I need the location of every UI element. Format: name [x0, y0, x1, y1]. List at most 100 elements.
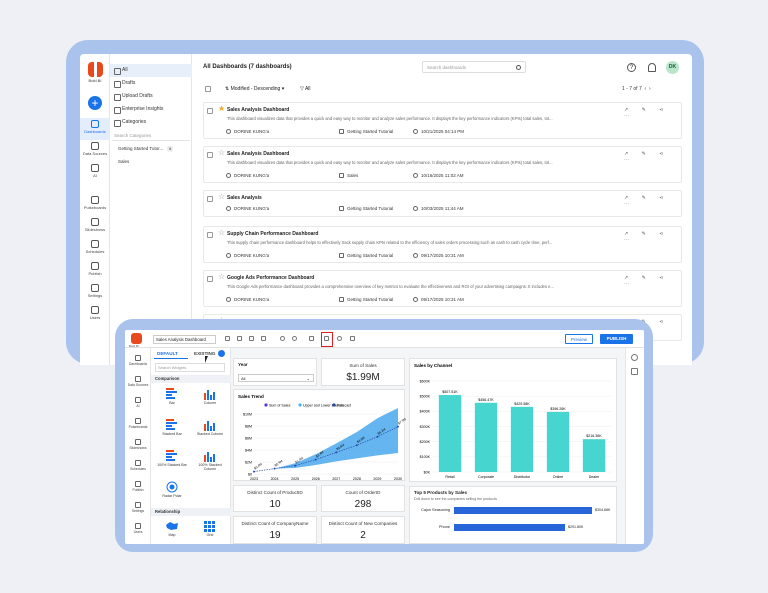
- category-all[interactable]: All: [110, 64, 192, 77]
- card-checkbox[interactable]: [207, 196, 213, 202]
- card-checkbox[interactable]: [207, 276, 213, 282]
- select-all-checkbox[interactable]: [205, 86, 211, 92]
- designer-rail-item[interactable]: Users: [125, 520, 151, 540]
- data-source-icon[interactable]: [324, 336, 329, 341]
- designer-rail-item[interactable]: Dashboards: [125, 352, 151, 372]
- designer-rail-item[interactable]: Settings: [125, 499, 151, 519]
- year-filter-widget[interactable]: Year All ⌄: [233, 358, 317, 386]
- kpi-widget[interactable]: Distinct Count of New Companies 2: [321, 516, 405, 544]
- rail-item-pulseboards[interactable]: Pulseboards: [80, 194, 110, 216]
- legend-label[interactable]: Sum of Sales: [269, 403, 291, 407]
- widget-stacked-bar[interactable]: Stacked Bar: [157, 417, 187, 443]
- dashboard-name-input[interactable]: Sales Analysis Dashboard: [153, 335, 216, 344]
- card-checkbox[interactable]: [207, 232, 213, 238]
- data-icon[interactable]: [631, 368, 638, 375]
- kpi-sum-of-sales[interactable]: Sum of Sales $1.99M: [321, 358, 405, 386]
- category-item[interactable]: Sales: [118, 157, 129, 167]
- redo-icon[interactable]: [292, 336, 297, 341]
- designer-rail-item[interactable]: Schedules: [125, 457, 151, 477]
- filter-icon[interactable]: [309, 336, 314, 341]
- help-icon[interactable]: ?: [627, 63, 636, 72]
- rail-item-settings[interactable]: Settings: [80, 282, 110, 304]
- data-point[interactable]: [294, 464, 297, 467]
- clipboard-icon[interactable]: [249, 336, 254, 341]
- bell-icon[interactable]: [648, 63, 656, 72]
- card-actions[interactable]: ↗ ✎ ⋖ ⋯: [624, 195, 681, 207]
- designer-rail-item[interactable]: Pulseboards: [125, 415, 151, 435]
- rail-item-data-sources[interactable]: Data Sources: [80, 140, 110, 162]
- designer-rail-item[interactable]: Data Sources: [125, 373, 151, 393]
- dashboard-card[interactable]: ☆ Supply Chain Performance Dashboard This …: [203, 226, 682, 263]
- delete-icon[interactable]: [261, 336, 266, 341]
- category-enterprise[interactable]: Enterprise Insights: [110, 103, 192, 116]
- publish-button[interactable]: PUBLISH: [600, 334, 633, 344]
- card-title[interactable]: Sales Analysis: [227, 195, 262, 201]
- rail-item-dashboards[interactable]: Dashboards: [80, 118, 110, 140]
- favorite-star-icon[interactable]: ☆: [218, 193, 225, 201]
- bar[interactable]: [582, 439, 606, 472]
- rail-item-ai[interactable]: AI: [80, 162, 110, 184]
- widget-search-input[interactable]: Search Widgets: [155, 363, 225, 372]
- widget-100-stacked-column[interactable]: 100% Stacked Column: [195, 448, 225, 474]
- properties-icon[interactable]: [631, 354, 638, 361]
- category-categories[interactable]: Categories: [110, 116, 192, 129]
- section-relationship[interactable]: Relationship: [151, 508, 231, 516]
- card-checkbox[interactable]: [207, 108, 213, 114]
- bar[interactable]: [510, 406, 534, 472]
- kpi-widget[interactable]: Distinct Count of CompanyName 19: [233, 516, 317, 544]
- preview-button[interactable]: Preview: [565, 334, 593, 344]
- collapse-icon[interactable]: [218, 350, 225, 357]
- copy-icon[interactable]: [237, 336, 242, 341]
- card-checkbox[interactable]: [207, 152, 213, 158]
- designer-rail-item[interactable]: AI: [125, 394, 151, 414]
- card-title[interactable]: Sales Analysis Dashboard: [227, 107, 289, 113]
- kpi-widget[interactable]: Count of OrderID 298: [321, 485, 405, 512]
- data-point[interactable]: [253, 470, 255, 473]
- card-actions[interactable]: ↗ ✎ ⋖ ⋯: [624, 231, 681, 243]
- legend-label[interactable]: Forecast: [337, 403, 351, 407]
- widget-map[interactable]: Map: [157, 518, 187, 544]
- filter-dropdown[interactable]: ▽ All: [300, 86, 311, 92]
- card-actions[interactable]: ↗ ✎ ⋖ ⋯: [624, 107, 681, 119]
- dashboard-card[interactable]: ★ Sales Analysis Dashboard This dashboard …: [203, 102, 682, 139]
- avatar[interactable]: DK: [666, 61, 679, 74]
- undo-icon[interactable]: [280, 336, 285, 341]
- tab-default[interactable]: DEFAULT: [157, 351, 178, 356]
- card-actions[interactable]: ↗ ✎ ⋖ ⋯: [624, 151, 681, 163]
- settings-icon[interactable]: [350, 336, 355, 341]
- top-products-widget[interactable]: Top 5 Products by Sales Drill down to se…: [409, 486, 617, 544]
- dashboard-card[interactable]: ☆ Google Ads Performance Dashboard This Go…: [203, 270, 682, 307]
- rail-item-users[interactable]: Users: [80, 304, 110, 326]
- year-select[interactable]: All ⌄: [238, 374, 314, 382]
- card-actions[interactable]: ↗ ✎ ⋖ ⋯: [624, 275, 681, 287]
- card-title[interactable]: Sales Analysis Dashboard: [227, 151, 289, 157]
- widget-100-stacked-bar[interactable]: 100% Stacked Bar: [157, 448, 187, 474]
- dashboard-card[interactable]: ☆ Sales Analysis Dashboard This dashboard …: [203, 146, 682, 183]
- data-point[interactable]: [376, 435, 379, 438]
- create-button[interactable]: +: [88, 96, 102, 110]
- data-point[interactable]: [335, 451, 338, 454]
- sort-dropdown[interactable]: ⇅ Modified - Descending ▾: [225, 86, 284, 92]
- designer-rail-item[interactable]: Slideshows: [125, 436, 151, 456]
- category-drafts[interactable]: Drafts: [110, 77, 192, 90]
- sales-by-channel-widget[interactable]: Sales by Channel $0K $100K $200K $300K $400K $…: [409, 358, 617, 482]
- favorite-star-icon[interactable]: ☆: [218, 149, 225, 157]
- widget-grid[interactable]: Grid: [195, 518, 225, 544]
- save-icon[interactable]: [225, 336, 230, 341]
- dashboard-card[interactable]: ☆ Sales Analysis DORINE KUNG'a Getting Star…: [203, 190, 682, 217]
- favorite-star-icon[interactable]: ★: [218, 105, 225, 113]
- widget-column[interactable]: Column: [195, 386, 225, 412]
- bar[interactable]: [546, 411, 570, 472]
- kpi-widget[interactable]: Distinct Count of ProductID 10: [233, 485, 317, 512]
- category-search-input[interactable]: Search Categories: [112, 131, 190, 141]
- card-title[interactable]: Supply Chain Performance Dashboard: [227, 231, 318, 237]
- rail-item-publish[interactable]: Publish: [80, 260, 110, 282]
- dashboard-search-input[interactable]: Search dashboards: [422, 61, 526, 73]
- rail-item-slideshows[interactable]: Slideshows: [80, 216, 110, 238]
- widget-radar-polar[interactable]: Radar Polar: [157, 479, 187, 505]
- widget-stacked-column[interactable]: Stacked Column: [195, 417, 225, 443]
- designer-rail-item[interactable]: Publish: [125, 478, 151, 498]
- refresh-icon[interactable]: [337, 336, 342, 341]
- category-upload-drafts[interactable]: Upload Drafts: [110, 90, 192, 103]
- card-title[interactable]: Google Ads Performance Dashboard: [227, 275, 314, 281]
